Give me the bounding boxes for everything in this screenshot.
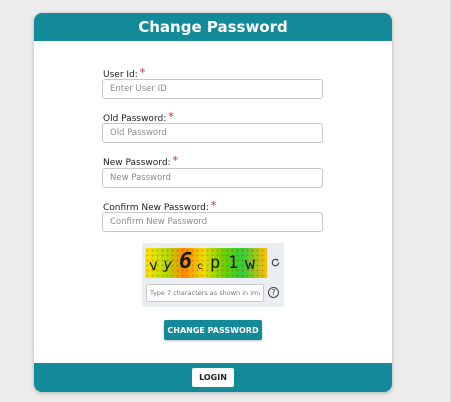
captcha-char: c [197,261,204,272]
user-id-label: User Id: * [103,66,146,80]
captcha-char: 1 [228,253,239,273]
captcha-input[interactable] [146,284,264,302]
old-password-input[interactable] [102,123,323,143]
login-button[interactable]: LOGIN [192,368,234,387]
refresh-icon[interactable] [270,257,281,268]
change-password-button[interactable]: CHANGE PASSWORD [164,320,262,340]
question-circle-icon[interactable]: ? [268,287,279,298]
captcha-char: v [148,255,159,275]
captcha-char: w [244,253,256,275]
captcha-char: y [161,254,174,274]
required-marker: * [168,110,174,123]
confirm-password-input[interactable] [102,212,323,232]
new-password-input[interactable] [102,168,323,188]
required-marker: * [139,66,146,79]
new-password-label: New Password: * [103,154,179,168]
captcha-char: p [210,253,221,273]
captcha-panel: v y 6 c p 1 w ? [142,243,284,307]
change-password-card: Change Password User Id:* Old Password:*… [34,13,392,392]
required-marker: * [210,199,217,212]
required-marker: * [172,154,179,167]
page-title: Change Password [138,18,288,36]
old-password-label: Old Password: * [103,110,174,124]
captcha-char: 6 [179,249,193,274]
card-header: Change Password [34,13,392,41]
captcha-image: v y 6 c p 1 w [145,248,267,278]
user-id-input[interactable] [102,79,323,99]
confirm-password-label: Confirm New Password: * [103,199,217,213]
